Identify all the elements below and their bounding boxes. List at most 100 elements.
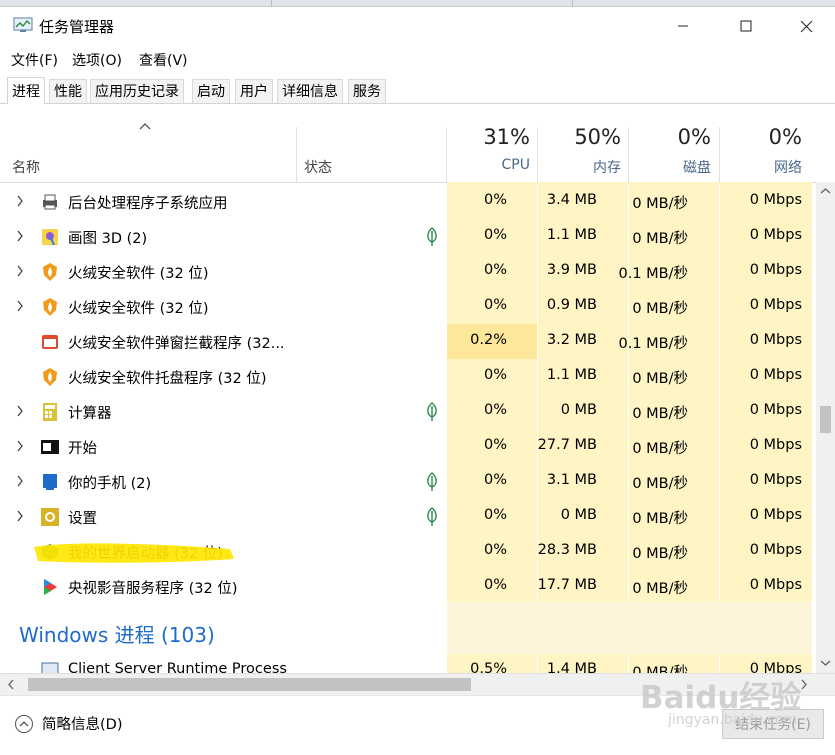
column-divider[interactable]	[537, 127, 538, 182]
table-row[interactable]: 计算器 0% 0 MB 0 MB/秒 0 Mbps	[0, 394, 812, 429]
network-total[interactable]: 0%	[769, 125, 802, 149]
memory-value: 27.7 MB	[537, 437, 597, 453]
phone-icon	[43, 474, 57, 490]
memory-value: 17.7 MB	[537, 577, 597, 593]
cctv-icon	[44, 579, 57, 595]
menu-options[interactable]: 选项(O)	[72, 50, 122, 70]
column-cpu[interactable]: CPU	[502, 157, 530, 173]
calculator-icon	[43, 403, 57, 421]
network-value: 0 Mbps	[749, 577, 802, 593]
cpu-value: 0%	[483, 227, 507, 243]
task-manager-window: 任务管理器 文件(F) 选项(O) 查看(V) 进程 性能 应用历史记录 启动 …	[0, 6, 835, 748]
process-name: 设置	[68, 511, 97, 527]
suspended-leaf-icon	[427, 472, 437, 491]
vertical-scroll-thumb[interactable]	[820, 406, 831, 433]
disk-value: 0 MB/秒	[632, 406, 688, 422]
cpu-value: 0.2%	[470, 332, 507, 348]
column-divider[interactable]	[719, 127, 720, 182]
minimize-button[interactable]	[652, 7, 714, 45]
expand-chevron-icon[interactable]	[16, 195, 24, 207]
table-row[interactable]: 你的手机 (2) 0% 3.1 MB 0 MB/秒 0 Mbps	[0, 464, 812, 499]
fewer-details-button[interactable]: 简略信息(D)	[14, 713, 122, 734]
disk-value: 0 MB/秒	[632, 196, 688, 212]
network-value: 0 Mbps	[749, 192, 802, 208]
sort-up-icon[interactable]	[138, 121, 152, 131]
close-button[interactable]	[775, 7, 835, 45]
scroll-left-icon[interactable]	[7, 679, 15, 690]
cpu-total[interactable]: 31%	[483, 125, 530, 149]
watermark-url: jingyan.baidu.com	[668, 712, 798, 728]
table-row[interactable]: 画图 3D (2) 0% 1.1 MB 0 MB/秒 0 Mbps	[0, 219, 812, 254]
cpu-value: 0%	[483, 367, 507, 383]
popup-block-icon	[42, 335, 58, 349]
memory-value: 28.3 MB	[537, 542, 597, 558]
tab-users[interactable]: 用户	[235, 79, 273, 103]
memory-value: 3.2 MB	[546, 332, 597, 348]
menu-file[interactable]: 文件(F)	[11, 50, 58, 70]
column-network[interactable]: 网络	[774, 157, 802, 177]
table-row[interactable]: 设置 0% 0 MB 0 MB/秒 0 Mbps	[0, 499, 812, 534]
tab-services[interactable]: 服务	[348, 79, 386, 103]
tab-app-history[interactable]: 应用历史记录	[90, 79, 184, 103]
expand-chevron-icon[interactable]	[16, 230, 24, 242]
cpu-value: 0%	[483, 577, 507, 593]
memory-total[interactable]: 50%	[574, 125, 621, 149]
table-row[interactable]: 火绒安全软件托盘程序 (32 位) 0% 1.1 MB 0 MB/秒 0 Mbps	[0, 359, 812, 394]
network-value: 0 Mbps	[749, 227, 802, 243]
column-name[interactable]: 名称	[12, 157, 40, 177]
disk-total[interactable]: 0%	[678, 125, 711, 149]
tab-bar: 进程 性能 应用历史记录 启动 用户 详细信息 服务	[0, 77, 835, 104]
table-row[interactable]: 央视影音服务程序 (32 位) 0% 17.7 MB 0 MB/秒 0 Mbps	[0, 569, 812, 604]
network-value: 0 Mbps	[749, 402, 802, 418]
column-disk[interactable]: 磁盘	[683, 157, 711, 177]
disk-value: 0 MB/秒	[632, 301, 688, 317]
scroll-down-icon[interactable]	[820, 659, 831, 667]
column-divider[interactable]	[446, 127, 447, 182]
maximize-button[interactable]	[715, 7, 777, 45]
expand-chevron-icon[interactable]	[16, 265, 24, 277]
horizontal-scroll-thumb[interactable]	[28, 678, 471, 691]
cpu-value: 0%	[483, 437, 507, 453]
process-name: 后台处理程序子系统应用	[68, 196, 228, 212]
vertical-scrollbar[interactable]	[816, 182, 835, 673]
huorong-icon	[43, 368, 57, 386]
title-bar: 任务管理器	[0, 7, 835, 45]
column-divider[interactable]	[296, 127, 297, 182]
table-row[interactable]: Client Server Runtime Process 0.5% 1.4 M…	[0, 653, 812, 673]
expand-chevron-icon[interactable]	[16, 475, 24, 487]
group-header-windows-processes[interactable]: Windows 进程 (103)	[19, 619, 215, 648]
disk-value: 0 MB/秒	[632, 231, 688, 247]
column-memory[interactable]: 内存	[593, 157, 621, 177]
menu-view[interactable]: 查看(V)	[139, 50, 188, 70]
tab-processes[interactable]: 进程	[7, 77, 45, 104]
scroll-up-icon[interactable]	[820, 187, 831, 195]
column-status[interactable]: 状态	[304, 157, 332, 177]
expand-chevron-icon[interactable]	[16, 300, 24, 312]
expand-chevron-icon[interactable]	[16, 510, 24, 522]
process-name: Client Server Runtime Process	[68, 661, 287, 673]
process-name: 开始	[68, 441, 97, 457]
suspended-leaf-icon	[427, 507, 437, 526]
table-row[interactable]: 火绒安全软件 (32 位) 0% 0.9 MB 0 MB/秒 0 Mbps	[0, 289, 812, 324]
menu-bar: 文件(F) 选项(O) 查看(V)	[0, 46, 835, 72]
tab-startup[interactable]: 启动	[192, 79, 230, 103]
tab-details[interactable]: 详细信息	[277, 79, 343, 103]
cpu-value: 0%	[483, 402, 507, 418]
cpu-value: 0%	[483, 192, 507, 208]
process-name: 你的手机 (2)	[68, 476, 152, 492]
table-row[interactable]: 开始 0% 27.7 MB 0 MB/秒 0 Mbps	[0, 429, 812, 464]
cpu-value: 0.5%	[470, 661, 507, 673]
cpu-value: 0%	[483, 262, 507, 278]
watermark-logo: Baidu经验	[640, 680, 802, 716]
cpu-value: 0%	[483, 542, 507, 558]
expand-chevron-icon[interactable]	[16, 405, 24, 417]
cpu-value: 0%	[483, 507, 507, 523]
disk-value: 0 MB/秒	[632, 581, 688, 597]
expand-chevron-icon[interactable]	[16, 440, 24, 452]
table-row[interactable]: 火绒安全软件 (32 位) 0% 3.9 MB 0.1 MB/秒 0 Mbps	[0, 254, 812, 289]
column-divider[interactable]	[628, 127, 629, 182]
network-value: 0 Mbps	[749, 297, 802, 313]
tab-performance[interactable]: 性能	[49, 79, 87, 103]
table-row[interactable]: 火绒安全软件弹窗拦截程序 (32... 0.2% 3.2 MB 0.1 MB/秒 0 M…	[0, 324, 812, 359]
table-row[interactable]: 后台处理程序子系统应用 0% 3.4 MB 0 MB/秒 0 Mbps	[0, 184, 812, 219]
